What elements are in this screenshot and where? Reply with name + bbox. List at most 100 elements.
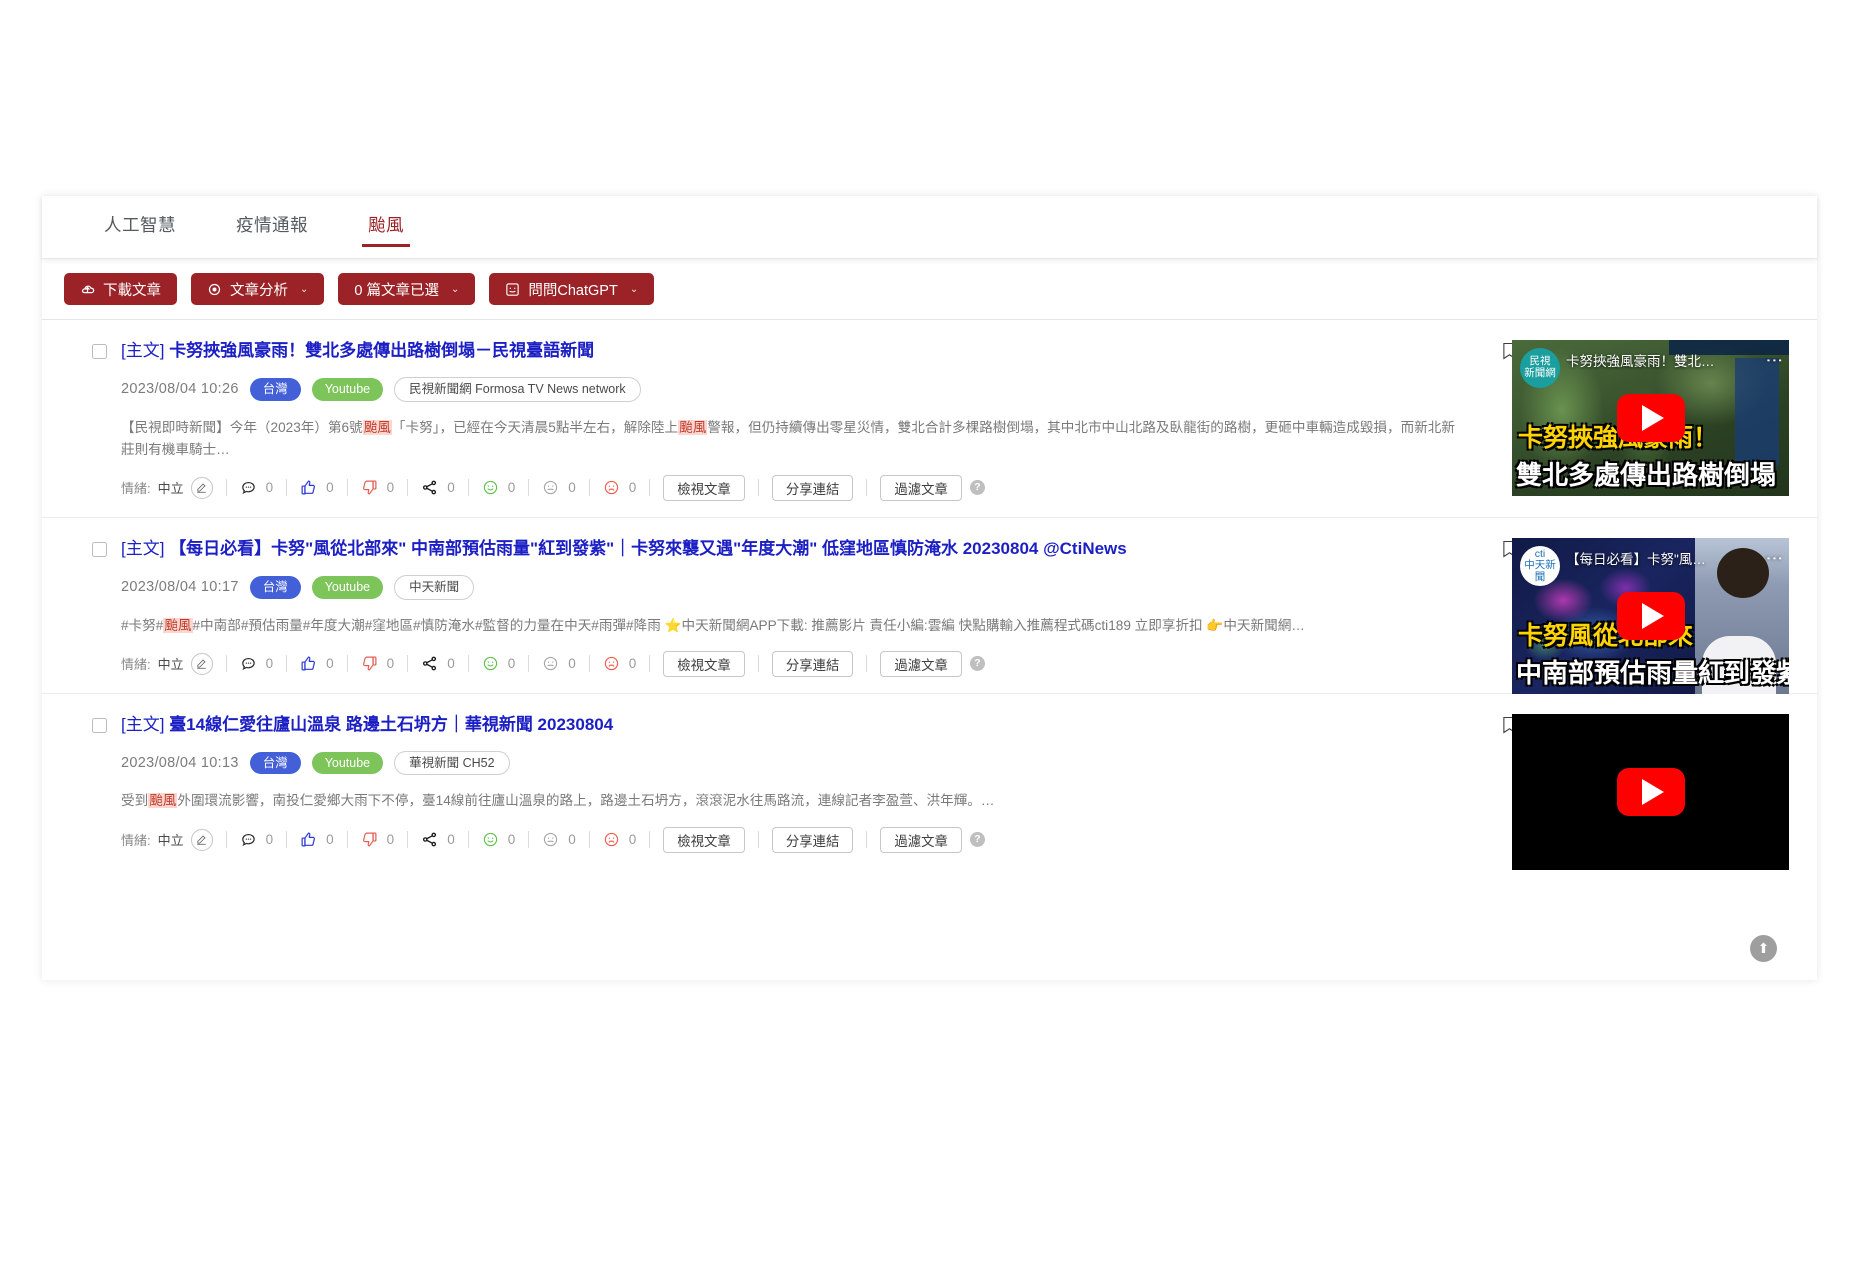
divider — [286, 655, 288, 673]
divider — [588, 479, 590, 497]
divider — [467, 655, 469, 673]
divider — [649, 831, 651, 848]
play-button-icon[interactable] — [1616, 591, 1685, 640]
like-stat[interactable]: 0 — [300, 655, 334, 672]
comment-stat[interactable]: 0 — [240, 479, 273, 496]
video-thumbnail[interactable]: cti 中天新聞 【每日必看】卡努"風… ⋮ 卡努風從北部來 中南部預估雨量紅到發紫 — [1512, 537, 1789, 694]
like-stat[interactable]: 0 — [300, 831, 334, 848]
help-icon[interactable]: ? — [969, 656, 985, 672]
article-tag-pill[interactable]: 台灣 — [249, 751, 301, 775]
article-tag-pill[interactable]: Youtube — [311, 377, 384, 401]
dislike-stat[interactable]: 0 — [361, 831, 394, 848]
article-tag-pill[interactable]: 華視新聞 CH52 — [394, 750, 510, 776]
help-icon[interactable]: ? — [969, 832, 985, 847]
dislike-stat[interactable]: 0 — [361, 479, 394, 496]
comment-stat[interactable]: 0 — [240, 831, 273, 848]
selected-articles-dropdown[interactable]: 0 篇文章已選 ⌄ — [338, 273, 476, 305]
view-article-button[interactable]: 檢視文章 — [663, 826, 745, 853]
article-tag-pill[interactable]: 台灣 — [249, 575, 301, 599]
positive-stat[interactable]: 0 — [482, 479, 515, 496]
like-icon — [300, 479, 317, 496]
neutral-stat[interactable]: 0 — [542, 831, 576, 848]
tab-2[interactable]: 颱風 — [358, 204, 414, 251]
neutral-icon — [542, 831, 559, 848]
article-tag-pill[interactable]: Youtube — [311, 575, 384, 599]
positive-stat[interactable]: 0 — [482, 831, 516, 848]
play-button-icon[interactable] — [1616, 767, 1685, 816]
filter-article-button[interactable]: 過濾文章 — [880, 826, 962, 853]
channel-logo: cti 中天新聞 — [1520, 545, 1560, 586]
positive-stat[interactable]: 0 — [482, 655, 516, 672]
filter-article-button[interactable]: 過濾文章 — [880, 474, 962, 501]
more-options-icon[interactable]: ⋮ — [1765, 550, 1784, 567]
article-meta-row: 2023/08/04 10:17 台灣 Youtube 中天新聞 — [121, 574, 1459, 600]
dislike-stat[interactable]: 0 — [361, 655, 394, 672]
share-count: 0 — [447, 656, 455, 672]
positive-count: 0 — [507, 832, 516, 847]
divider — [407, 831, 409, 848]
divider — [757, 831, 759, 848]
tab-0[interactable]: 人工智慧 — [94, 204, 186, 251]
positive-count: 0 — [507, 656, 516, 672]
edit-sentiment-button[interactable] — [190, 652, 213, 675]
edit-sentiment-button[interactable] — [190, 476, 213, 499]
divider — [346, 479, 348, 497]
negative-count: 0 — [628, 832, 637, 847]
share-link-button[interactable]: 分享連結 — [771, 474, 854, 501]
share-stat[interactable]: 0 — [421, 831, 455, 848]
video-thumbnail[interactable] — [1512, 713, 1789, 870]
download-articles-button[interactable]: 下載文章 — [64, 273, 177, 305]
sentiment-indicator: 情緒: 中立 — [121, 828, 213, 851]
article-title[interactable]: [主文] 卡努挾強風豪雨！雙北多處傳出路樹倒塌－民視臺語新聞 — [121, 340, 594, 363]
article-title-text: 【每日必看】卡努"風從北部來" 中南部預估雨量"紅到發紫"｜卡努來襲又遇"年度大… — [169, 538, 1127, 558]
negative-stat[interactable]: 0 — [603, 479, 636, 496]
article-item: [主文] 臺14線仁愛往廬山溫泉 路邊土石坍方｜華視新聞 20230804 202… — [42, 694, 1817, 870]
help-icon[interactable]: ? — [969, 480, 985, 496]
view-article-button[interactable]: 檢視文章 — [663, 474, 745, 501]
article-tag-pill[interactable]: 中天新聞 — [394, 574, 475, 600]
filter-article-button[interactable]: 過濾文章 — [880, 650, 962, 677]
divider — [346, 655, 348, 673]
like-count: 0 — [326, 656, 334, 672]
article-tag-pill[interactable]: 民視新聞網 Formosa TV News network — [394, 376, 641, 402]
article-tag-pill[interactable]: Youtube — [311, 751, 384, 775]
negative-stat[interactable]: 0 — [603, 655, 636, 672]
play-button-icon[interactable] — [1616, 394, 1685, 442]
negative-stat[interactable]: 0 — [603, 831, 637, 848]
chevron-down-icon: ⌄ — [629, 283, 639, 295]
article-item: [主文] 【每日必看】卡努"風從北部來" 中南部預估雨量"紅到發紫"｜卡努來襲又… — [42, 518, 1817, 694]
view-article-button[interactable]: 檢視文章 — [663, 650, 745, 677]
pencil-icon — [196, 482, 207, 494]
share-stat[interactable]: 0 — [421, 479, 455, 496]
tab-1[interactable]: 疫情通報 — [226, 204, 318, 251]
share-link-button[interactable]: 分享連結 — [771, 650, 854, 677]
scroll-to-top-button[interactable]: ⬆ — [1750, 935, 1777, 962]
neutral-stat[interactable]: 0 — [542, 655, 576, 672]
download-articles-label: 下載文章 — [103, 282, 161, 299]
article-title[interactable]: [主文] 【每日必看】卡努"風從北部來" 中南部預估雨量"紅到發紫"｜卡努來襲又… — [121, 538, 1127, 561]
divider — [528, 655, 530, 673]
like-stat[interactable]: 0 — [300, 479, 334, 496]
article-title[interactable]: [主文] 臺14線仁愛往廬山溫泉 路邊土石坍方｜華視新聞 20230804 — [121, 714, 613, 737]
article-action-bar: 情緒: 中立 0 0 0 0 0 0 0 檢視文章 分享連結 過濾文章? — [121, 826, 1459, 853]
divider — [588, 655, 590, 673]
edit-sentiment-button[interactable] — [190, 828, 213, 851]
negative-icon — [603, 479, 620, 496]
comment-stat[interactable]: 0 — [240, 655, 273, 672]
neutral-stat[interactable]: 0 — [542, 479, 576, 496]
article-analysis-button[interactable]: 文章分析 ⌄ — [191, 273, 325, 305]
dislike-icon — [361, 655, 378, 672]
tab-label: 颱風 — [368, 214, 404, 235]
video-thumbnail[interactable]: 民視 新聞網 卡努挾強風豪雨！雙北… ⋮ 卡努挾強風豪雨！ 雙北多處傳出路樹倒塌 — [1512, 340, 1789, 496]
more-options-icon[interactable]: ⋮ — [1765, 352, 1784, 369]
share-icon — [421, 831, 438, 848]
article-select-checkbox[interactable] — [92, 344, 107, 359]
share-stat[interactable]: 0 — [421, 655, 455, 672]
summary-text: 受到 — [121, 793, 149, 809]
article-select-checkbox[interactable] — [92, 541, 107, 557]
share-link-button[interactable]: 分享連結 — [771, 826, 854, 853]
divider — [866, 479, 868, 497]
article-tag-pill[interactable]: 台灣 — [249, 377, 301, 401]
article-select-checkbox[interactable] — [92, 717, 107, 733]
ask-chatgpt-button[interactable]: 問問ChatGPT ⌄ — [489, 273, 655, 305]
